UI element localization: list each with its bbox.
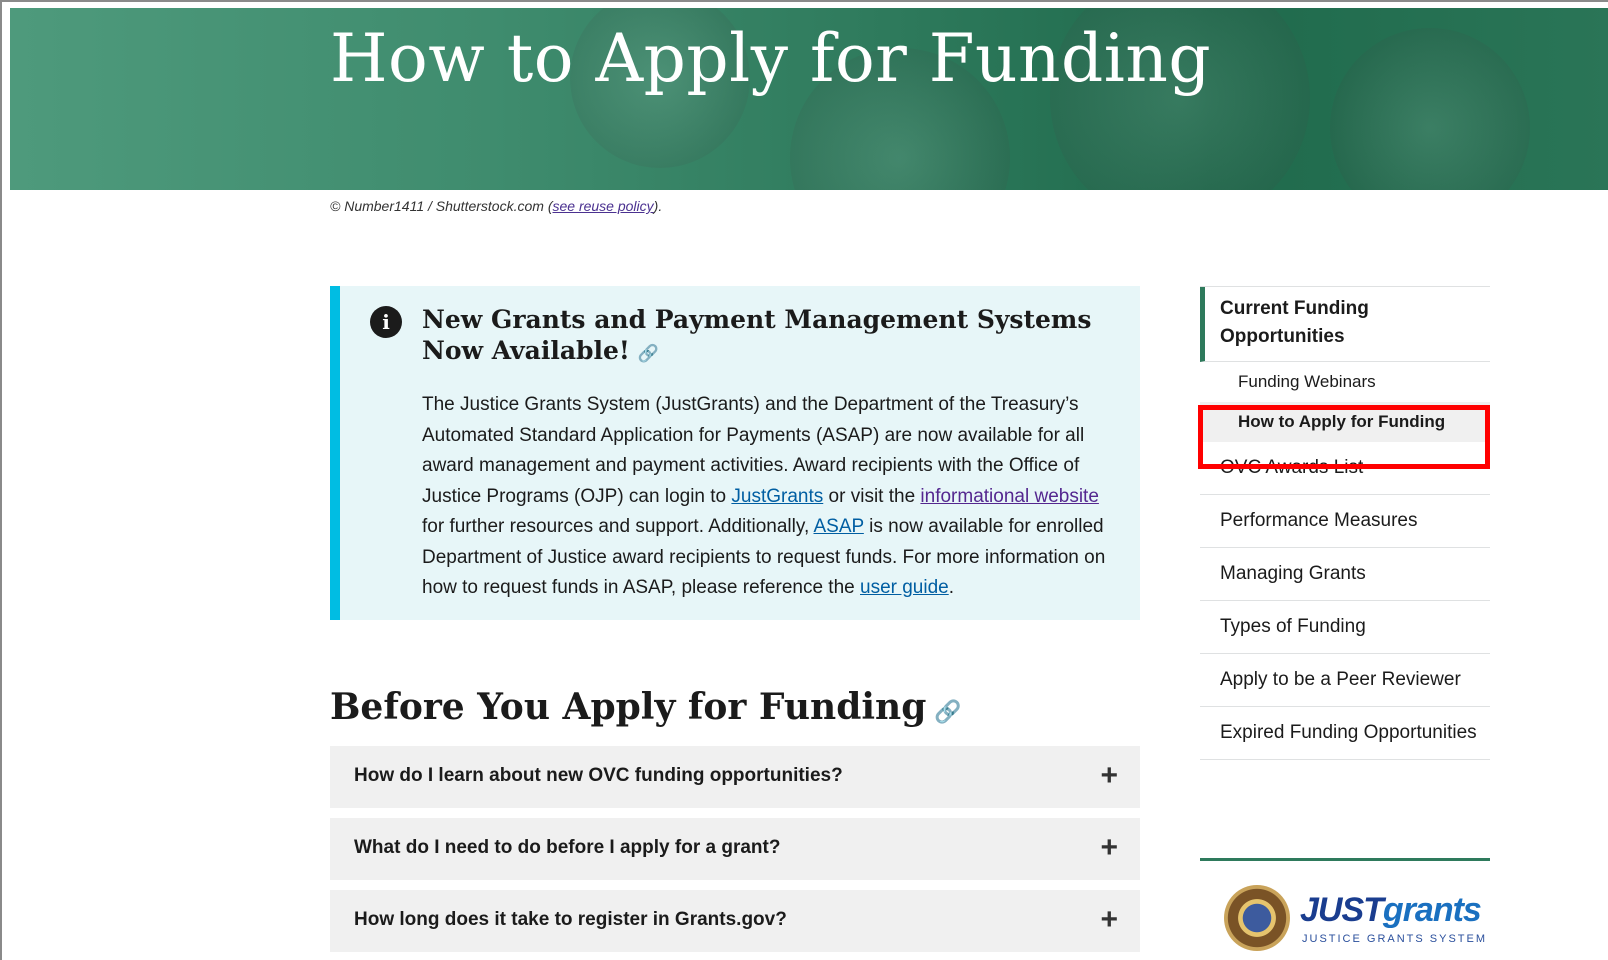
- doj-seal-icon: [1224, 885, 1290, 951]
- hero-decoration: [1330, 28, 1530, 190]
- alert-body: The Justice Grants System (JustGrants) a…: [422, 390, 1122, 604]
- nav-subitem-funding-webinars[interactable]: Funding Webinars: [1200, 362, 1490, 402]
- hero-banner: How to Apply for Funding: [10, 8, 1608, 190]
- accordion-item[interactable]: How long does it take to register in Gra…: [330, 890, 1140, 952]
- nav-item-expired-funding[interactable]: Expired Funding Opportunities: [1200, 707, 1490, 760]
- accordion-item[interactable]: What do I need to do before I apply for …: [330, 818, 1140, 880]
- nav-item-ovc-awards[interactable]: OVC Awards List: [1200, 442, 1490, 495]
- alert-text: .: [948, 577, 955, 598]
- info-icon: i: [370, 306, 402, 338]
- logo-text: grants: [1382, 891, 1482, 929]
- informational-website-link[interactable]: informational website: [920, 486, 1098, 507]
- section-heading-text: Before You Apply for Funding: [330, 686, 927, 728]
- alert-text: for further resources and support. Addit…: [422, 516, 814, 537]
- anchor-link-icon[interactable]: 🔗: [934, 700, 961, 725]
- plus-icon[interactable]: +: [1100, 830, 1118, 866]
- justgrants-promo[interactable]: JUSTgrants JUSTICE GRANTS SYSTEM: [1200, 858, 1490, 960]
- nav-item-current-funding[interactable]: Current Funding Opportunities: [1200, 287, 1490, 362]
- justgrants-tagline: JUSTICE GRANTS SYSTEM: [1302, 933, 1488, 945]
- nav-item-peer-reviewer[interactable]: Apply to be a Peer Reviewer: [1200, 654, 1490, 707]
- anchor-link-icon[interactable]: 🔗: [638, 344, 659, 364]
- justgrants-link[interactable]: JustGrants: [731, 486, 823, 507]
- nav-item-types-of-funding[interactable]: Types of Funding: [1200, 601, 1490, 654]
- accordion-question: How do I learn about new OVC funding opp…: [354, 765, 843, 786]
- alert-title: New Grants and Payment Management System…: [422, 304, 1102, 370]
- info-alert: i New Grants and Payment Management Syst…: [330, 286, 1140, 620]
- page-frame: How to Apply for Funding © Number1411 / …: [0, 0, 1608, 960]
- plus-icon[interactable]: +: [1100, 758, 1118, 794]
- logo-text: JUST: [1300, 891, 1384, 929]
- nav-item-managing-grants[interactable]: Managing Grants: [1200, 548, 1490, 601]
- accordion-question: How long does it take to register in Gra…: [354, 909, 787, 930]
- side-navigation: Current Funding Opportunities Funding We…: [1198, 286, 1490, 760]
- accordion-question: What do I need to do before I apply for …: [354, 837, 781, 858]
- justgrants-logo: JUSTgrants: [1300, 891, 1482, 930]
- nav-item-performance-measures[interactable]: Performance Measures: [1200, 495, 1490, 548]
- credit-text: © Number1411 / Shutterstock.com (: [330, 198, 553, 214]
- image-credit: © Number1411 / Shutterstock.com (see reu…: [330, 198, 662, 214]
- alert-title-text: New Grants and Payment Management System…: [422, 305, 1092, 365]
- asap-link[interactable]: ASAP: [813, 516, 863, 537]
- nav-subitem-how-to-apply[interactable]: How to Apply for Funding: [1200, 402, 1490, 442]
- reuse-policy-link[interactable]: see reuse policy: [552, 198, 653, 214]
- page-title: How to Apply for Funding: [330, 20, 1212, 97]
- section-heading: Before You Apply for Funding 🔗: [330, 686, 962, 728]
- user-guide-link[interactable]: user guide: [860, 577, 949, 598]
- credit-suffix: ).: [653, 198, 663, 214]
- plus-icon[interactable]: +: [1100, 902, 1118, 938]
- accordion-item[interactable]: How do I learn about new OVC funding opp…: [330, 746, 1140, 808]
- alert-text: or visit the: [823, 485, 921, 507]
